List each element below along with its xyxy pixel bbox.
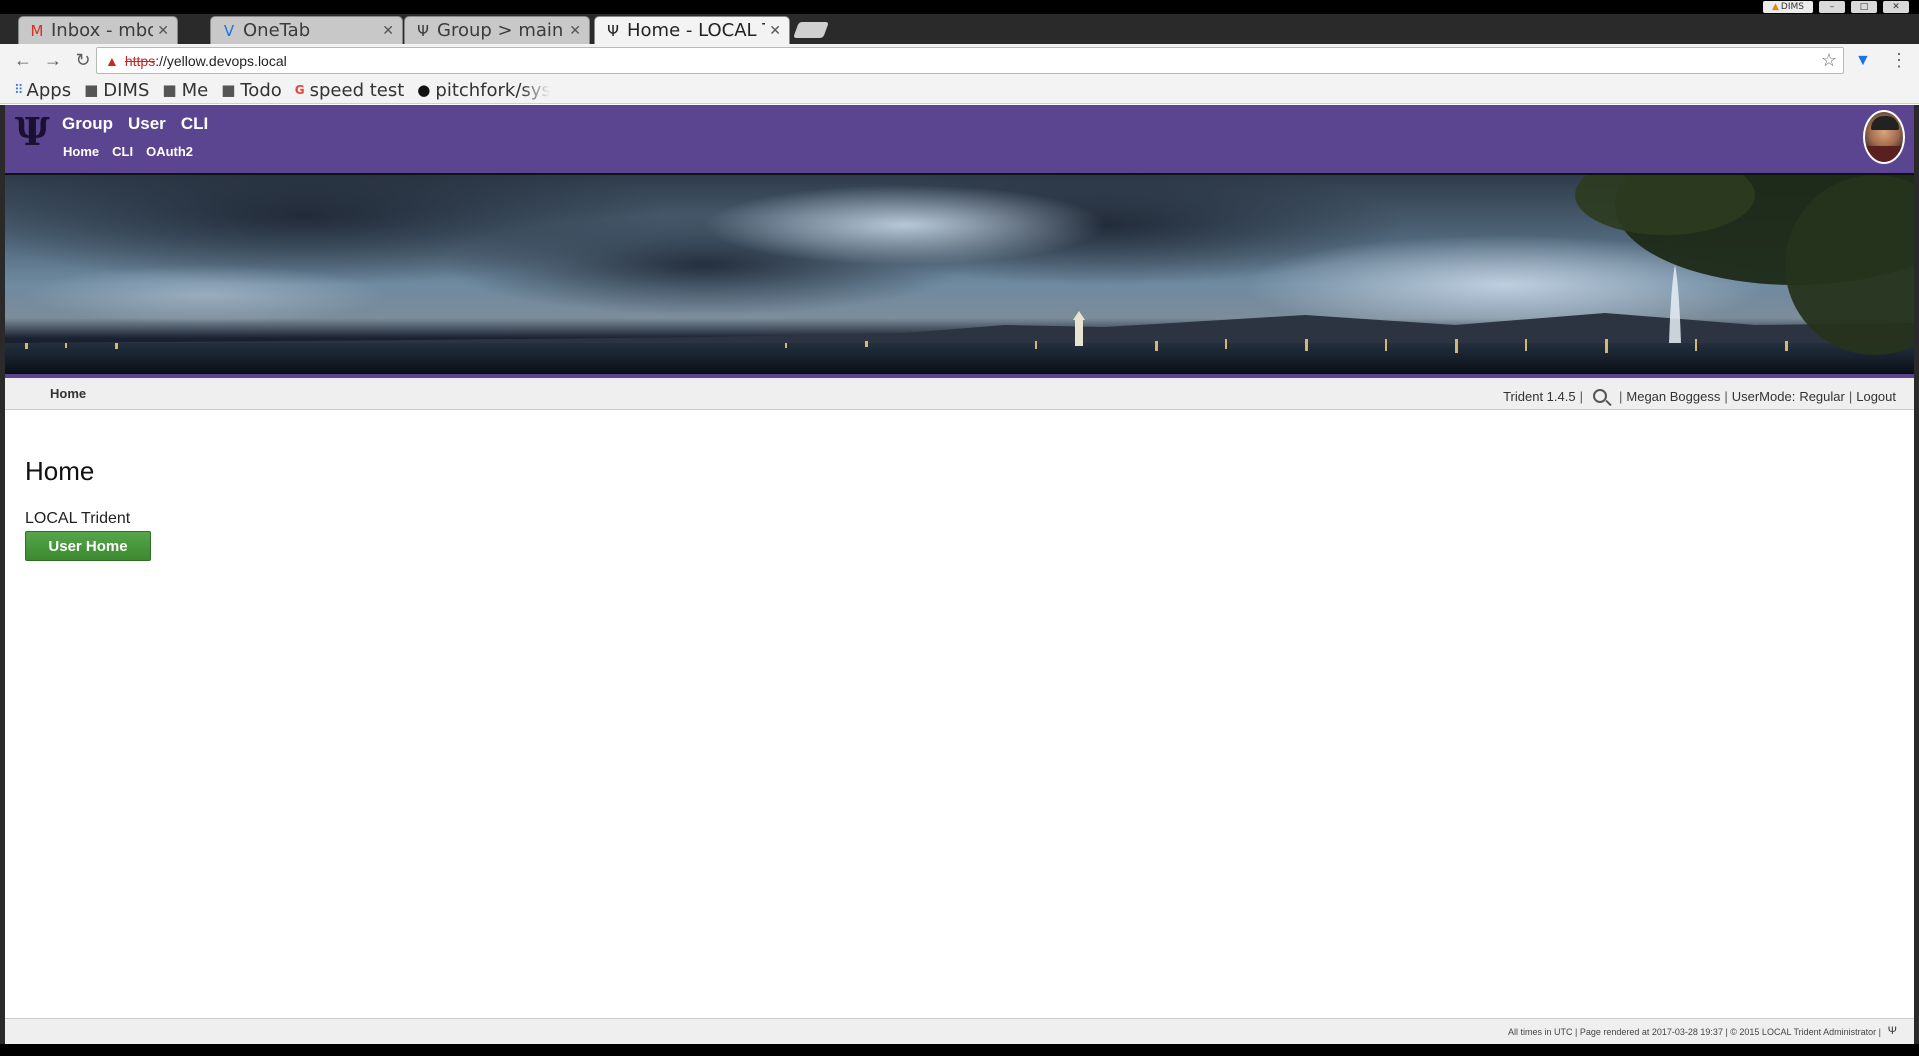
bookmark-label: speed test (309, 79, 405, 101)
subnav-cli[interactable]: CLI (112, 144, 133, 159)
search-icon[interactable] (1593, 388, 1607, 403)
bookmark-label: pitchfork/syst (435, 79, 551, 101)
avatar-cap (1871, 116, 1899, 130)
close-icon[interactable]: ✕ (769, 23, 781, 39)
trident-logo[interactable]: Ψ (15, 109, 50, 154)
tab-home[interactable]: Ψ Home - LOCAL T ✕ (594, 16, 790, 44)
back-button[interactable]: ← (9, 47, 37, 75)
nav-group[interactable]: Group (62, 114, 113, 134)
nav-user[interactable]: User (128, 114, 166, 134)
trident-icon: Ψ (417, 21, 429, 40)
window-right-edge (1914, 105, 1919, 1044)
trident-icon: Ψ (607, 21, 619, 40)
subnav-home[interactable]: Home (63, 144, 99, 159)
screen: ▲DIMS – □ ✕ M Inbox - mbogge ✕ V OneTab … (0, 0, 1919, 1056)
separator: | (1579, 389, 1583, 404)
tab-label: Inbox - mbogge (51, 20, 154, 41)
reload-icon: ↻ (75, 50, 91, 70)
tab-strip: M Inbox - mbogge ✕ V OneTab ✕ Ψ Group > … (0, 14, 1919, 44)
tab-onetab[interactable]: V OneTab ✕ (210, 16, 403, 44)
usermode-link[interactable]: Regular (1799, 389, 1845, 404)
tab-inbox[interactable]: M Inbox - mbogge ✕ (18, 16, 178, 44)
url-scheme: https (124, 52, 156, 69)
bookmark-star-icon[interactable]: ☆ (1821, 50, 1837, 71)
github-icon: ● (417, 81, 431, 99)
banner-panorama (5, 175, 1919, 374)
bookmark-label: Me (181, 79, 209, 101)
separator: | (1619, 389, 1623, 404)
separator: | (1724, 389, 1728, 404)
arrow-right-icon: → (44, 50, 62, 70)
logout-link[interactable]: Logout (1856, 389, 1896, 404)
subnav-oauth2[interactable]: OAuth2 (146, 144, 193, 159)
version-text: Trident 1.4.5 (1503, 389, 1576, 404)
os-user-indicator[interactable]: ▲ DIMS (1763, 1, 1813, 13)
new-tab-button[interactable] (793, 22, 829, 38)
bookmark-todo[interactable]: ■ Todo (221, 80, 282, 101)
page-viewport: Ψ Group User CLI Home CLI OAuth2 Home Tr… (0, 105, 1919, 1044)
browser-window: M Inbox - mbogge ✕ V OneTab ✕ Ψ Group > … (0, 14, 1919, 1044)
avatar[interactable] (1863, 110, 1905, 164)
window-minimize-button[interactable]: – (1819, 1, 1845, 13)
bookmark-label: Todo (240, 79, 282, 101)
browser-menu-icon[interactable]: ⋮ (1890, 50, 1908, 71)
folder-icon: ■ (162, 81, 177, 99)
tab-group[interactable]: Ψ Group > main > ✕ (404, 16, 590, 44)
window-close-button[interactable]: ✕ (1883, 1, 1909, 13)
forward-button[interactable]: → (39, 47, 67, 75)
footer-text: All times in UTC | Page rendered at 2017… (1507, 1027, 1881, 1037)
site-header: Ψ Group User CLI Home CLI OAuth2 (5, 105, 1919, 173)
user-info: Trident 1.4.5 | | Megan Boggess | UserMo… (1503, 388, 1896, 404)
close-icon[interactable]: ✕ (382, 23, 394, 39)
sub-nav: Home CLI OAuth2 (63, 144, 193, 159)
bookmark-label: Apps (26, 79, 72, 101)
bookmark-speed-test[interactable]: Gspeed test (295, 80, 405, 101)
apps-icon: ⠿ (14, 82, 23, 98)
tab-label: OneTab (243, 20, 311, 41)
page-title: Home (25, 456, 95, 486)
user-home-button[interactable]: User Home (25, 531, 151, 561)
tab-label: Group > main > (437, 20, 565, 41)
folder-icon: ■ (221, 81, 236, 99)
nav-cli[interactable]: CLI (181, 114, 208, 134)
user-name-link[interactable]: Megan Boggess (1626, 389, 1720, 404)
page-description: LOCAL Trident (25, 510, 131, 527)
google-icon: G (294, 83, 305, 97)
extension-icon[interactable]: ▼ (1855, 52, 1871, 70)
bookmark-pitchfork[interactable]: ● pitchfork/syst (417, 80, 550, 101)
footer: All times in UTC | Page rendered at 2017… (5, 1018, 1919, 1044)
usermode-label: UserMode: (1731, 389, 1796, 404)
bookmarks-bar: ⠿ Apps ■ DIMS ■ Me ■ Todo Gspeed test ● pitch… (0, 77, 1919, 104)
insecure-warning-icon: ▲ (105, 52, 119, 69)
close-icon[interactable]: ✕ (569, 23, 581, 39)
os-top-panel: ▲ DIMS – □ ✕ (1763, 0, 1919, 14)
browser-toolbar: ← → ↻ ▲ https ://yellow.devops.local ☆ ▼… (0, 44, 1919, 77)
warning-icon: ▲ (1772, 2, 1779, 12)
reload-button[interactable]: ↻ (69, 47, 97, 75)
onetab-icon: V (223, 21, 235, 40)
address-bar[interactable]: ▲ https ://yellow.devops.local ☆ (96, 47, 1844, 74)
info-bar: Home Trident 1.4.5 | | Megan Boggess | U… (5, 378, 1919, 410)
bookmark-apps[interactable]: ⠿ Apps (14, 80, 71, 101)
folder-icon: ■ (84, 81, 99, 99)
arrow-left-icon: ← (14, 50, 32, 70)
trident-icon[interactable]: Ψ (1888, 1025, 1897, 1037)
window-maximize-button[interactable]: □ (1851, 1, 1877, 13)
separator: | (1848, 389, 1853, 404)
bookmark-label: DIMS (103, 79, 150, 101)
tab-label: Home - LOCAL T (627, 20, 766, 41)
close-icon[interactable]: ✕ (157, 23, 169, 39)
main-nav: Group User CLI (62, 114, 208, 134)
avatar-shirt (1865, 146, 1903, 162)
bookmark-dims[interactable]: ■ DIMS (84, 80, 149, 101)
banner-image (5, 173, 1919, 378)
breadcrumb-home[interactable]: Home (50, 386, 86, 401)
bookmark-me[interactable]: ■ Me (162, 80, 208, 101)
url-host: ://yellow.devops.local (155, 52, 287, 69)
os-user-label: DIMS (1780, 2, 1804, 12)
gmail-icon: M (30, 21, 44, 40)
